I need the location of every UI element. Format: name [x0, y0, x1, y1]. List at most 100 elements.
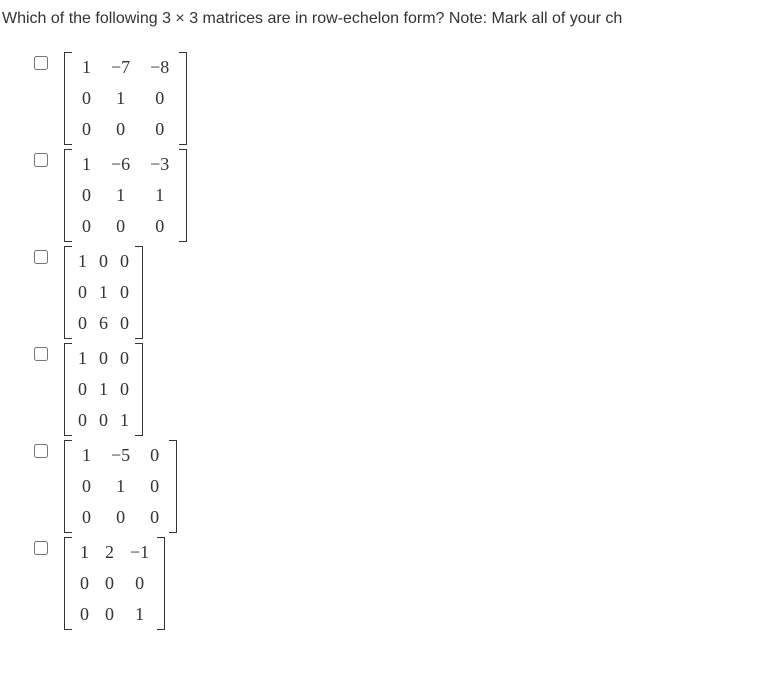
matrix-row: 1−7−8	[72, 52, 179, 83]
matrix-cell: 0	[122, 568, 157, 599]
checkbox-wrap	[34, 52, 48, 75]
matrix-cell: 0	[72, 374, 93, 405]
matrix-row: 1−50	[72, 440, 169, 471]
option-checkbox-4[interactable]	[34, 444, 48, 458]
matrix-cell: 0	[93, 405, 114, 436]
matrix-cell: 0	[140, 471, 169, 502]
option-row: 100010001	[34, 343, 767, 436]
option-row: 100010060	[34, 246, 767, 339]
matrix-cell: 0	[101, 114, 140, 145]
bracket-left-icon	[64, 343, 72, 436]
matrix-cell: 0	[72, 599, 97, 630]
option-checkbox-5[interactable]	[34, 541, 48, 555]
matrix-cell: 1	[114, 405, 135, 436]
matrix-body: 12−1000001	[72, 537, 157, 630]
matrix-row: 100	[72, 343, 135, 374]
matrix-cell: 0	[72, 308, 93, 339]
matrix-row: 000	[72, 211, 179, 242]
bracket-left-icon	[64, 440, 72, 533]
matrix-cell: 1	[93, 277, 114, 308]
bracket-right-icon	[179, 149, 187, 242]
option-checkbox-3[interactable]	[34, 347, 48, 361]
matrix-cell: 0	[93, 343, 114, 374]
matrix-cell: 0	[97, 599, 122, 630]
bracket-left-icon	[64, 246, 72, 339]
matrix-cell: 0	[101, 502, 140, 533]
matrix-cell: 0	[72, 83, 101, 114]
matrix-cell: −8	[140, 52, 179, 83]
matrix-cell: 0	[114, 374, 135, 405]
matrix-cell: −1	[122, 537, 157, 568]
matrix: 12−1000001	[64, 537, 165, 630]
matrix-cell: −5	[101, 440, 140, 471]
matrix-cell: 0	[72, 405, 93, 436]
matrix-cell: 0	[140, 502, 169, 533]
matrix-body: 100010060	[72, 246, 135, 339]
matrix-body: 100010001	[72, 343, 135, 436]
matrix-cell: 2	[97, 537, 122, 568]
matrix: 1−6−3011000	[64, 149, 187, 242]
matrix-cell: 1	[122, 599, 157, 630]
options-list: 1−7−80100001−6−3011000100010060100010001…	[2, 52, 767, 630]
matrix-cell: 0	[114, 246, 135, 277]
bracket-right-icon	[157, 537, 165, 630]
matrix-row: 011	[72, 180, 179, 211]
matrix-cell: 1	[72, 343, 93, 374]
matrix-cell: 1	[72, 149, 101, 180]
option-checkbox-2[interactable]	[34, 250, 48, 264]
matrix-row: 010	[72, 277, 135, 308]
matrix-cell: 0	[101, 211, 140, 242]
matrix-cell: 0	[72, 502, 101, 533]
matrix-cell: 0	[140, 83, 179, 114]
matrix-cell: 0	[114, 343, 135, 374]
matrix-row: 000	[72, 114, 179, 145]
matrix-cell: 0	[72, 114, 101, 145]
matrix-cell: 0	[140, 211, 179, 242]
matrix-cell: 0	[140, 440, 169, 471]
matrix-cell: 6	[93, 308, 114, 339]
option-row: 1−6−3011000	[34, 149, 767, 242]
option-checkbox-0[interactable]	[34, 56, 48, 70]
matrix-cell: −7	[101, 52, 140, 83]
matrix-row: 001	[72, 405, 135, 436]
checkbox-wrap	[34, 246, 48, 269]
matrix-cell: 0	[97, 568, 122, 599]
matrix-row: 100	[72, 246, 135, 277]
matrix-cell: 1	[140, 180, 179, 211]
matrix-cell: 0	[72, 568, 97, 599]
matrix-row: 010	[72, 83, 179, 114]
matrix-cell: 1	[72, 440, 101, 471]
bracket-right-icon	[169, 440, 177, 533]
bracket-right-icon	[179, 52, 187, 145]
checkbox-wrap	[34, 537, 48, 560]
matrix-cell: 1	[72, 246, 93, 277]
matrix-cell: 0	[72, 211, 101, 242]
matrix-cell: 0	[72, 277, 93, 308]
matrix-body: 1−50010000	[72, 440, 169, 533]
matrix-cell: −3	[140, 149, 179, 180]
matrix-cell: 0	[72, 180, 101, 211]
matrix-row: 010	[72, 471, 169, 502]
bracket-right-icon	[135, 246, 143, 339]
bracket-left-icon	[64, 149, 72, 242]
matrix-cell: 1	[101, 83, 140, 114]
matrix: 1−7−8010000	[64, 52, 187, 145]
bracket-right-icon	[135, 343, 143, 436]
matrix-cell: 1	[101, 180, 140, 211]
checkbox-wrap	[34, 343, 48, 366]
matrix-cell: 1	[72, 537, 97, 568]
matrix-cell: 1	[93, 374, 114, 405]
matrix-cell: 0	[140, 114, 179, 145]
matrix-row: 000	[72, 502, 169, 533]
checkbox-wrap	[34, 440, 48, 463]
matrix-cell: 0	[114, 308, 135, 339]
option-row: 1−7−8010000	[34, 52, 767, 145]
matrix-row: 000	[72, 568, 157, 599]
bracket-left-icon	[64, 52, 72, 145]
matrix: 1−50010000	[64, 440, 177, 533]
question-text: Which of the following 3 × 3 matrices ar…	[2, 10, 767, 28]
matrix: 100010001	[64, 343, 143, 436]
option-checkbox-1[interactable]	[34, 153, 48, 167]
matrix-cell: 0	[72, 471, 101, 502]
matrix-row: 060	[72, 308, 135, 339]
